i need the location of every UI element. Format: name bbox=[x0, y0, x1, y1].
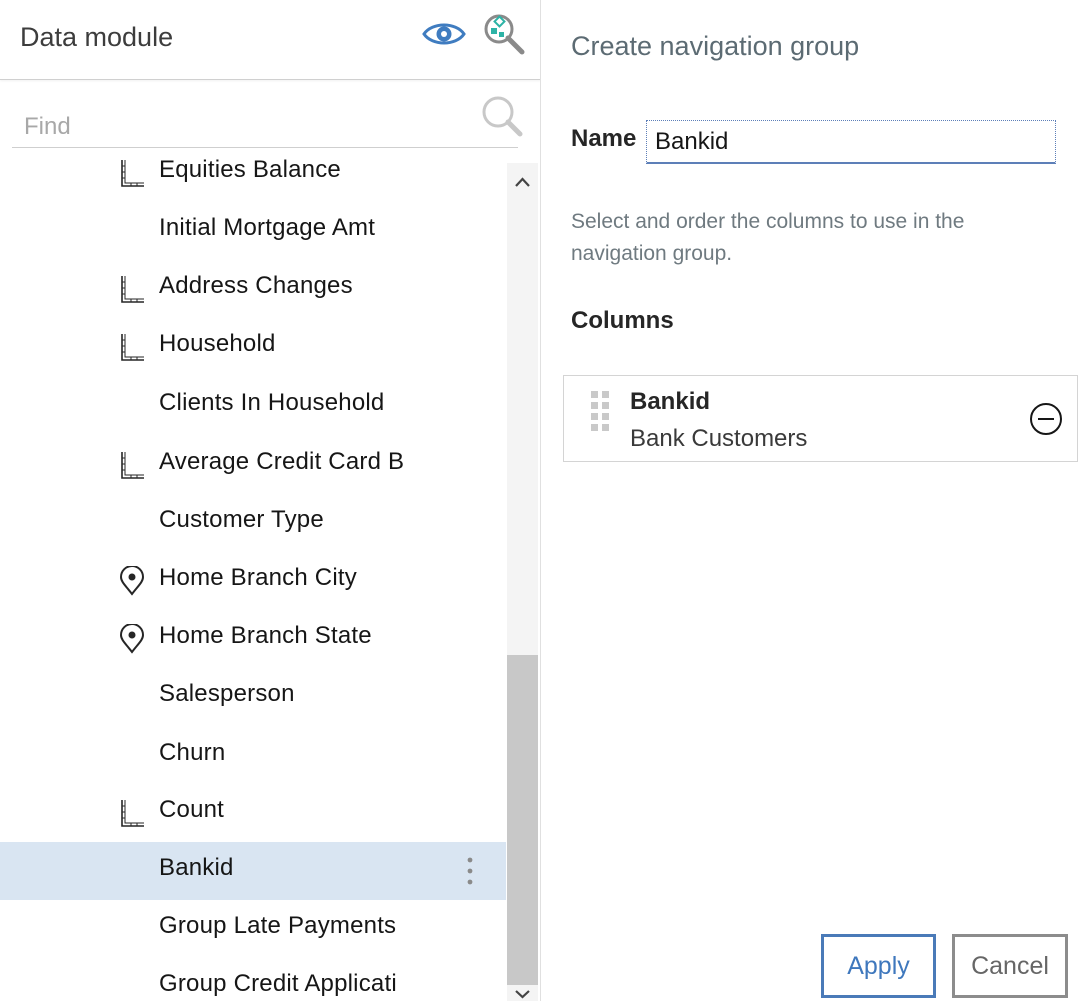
column-card[interactable]: Bankid Bank Customers bbox=[563, 375, 1078, 462]
tree-item-household[interactable]: Household bbox=[0, 318, 506, 376]
tree-item-home-branch-city[interactable]: Home Branch City bbox=[0, 552, 506, 610]
name-label: Name bbox=[571, 125, 637, 152]
scrollbar-thumb[interactable] bbox=[507, 655, 538, 985]
tree-item-label: Salesperson bbox=[159, 680, 295, 707]
tree-item-clients-in-household[interactable]: Clients In Household bbox=[0, 377, 506, 435]
tree-item-count[interactable]: Count bbox=[0, 784, 506, 842]
measure-icon bbox=[121, 276, 144, 303]
columns-label: Columns bbox=[571, 307, 674, 334]
more-options-icon[interactable] bbox=[458, 853, 482, 889]
tree-item-home-branch-state[interactable]: Home Branch State bbox=[0, 610, 506, 668]
tree-item-churn[interactable]: Churn bbox=[0, 727, 506, 785]
tree-item-label: Count bbox=[159, 796, 225, 823]
panel-title: Create navigation group bbox=[571, 31, 860, 61]
chevron-down-icon[interactable] bbox=[507, 985, 538, 1001]
tree-item-label: Bankid bbox=[159, 854, 234, 881]
tree-item-initial-mortgage-amt[interactable]: Initial Mortgage Amt bbox=[0, 202, 506, 260]
location-pin-icon bbox=[119, 624, 145, 654]
tree-item-equities-balance[interactable]: Equities Balance bbox=[0, 148, 506, 202]
tree-item-average-credit-card-b[interactable]: Average Credit Card B bbox=[0, 436, 506, 494]
column-name: Bankid bbox=[630, 388, 711, 415]
tree-item-label: Clients In Household bbox=[159, 389, 385, 416]
measure-icon bbox=[121, 800, 144, 827]
chevron-up-icon[interactable] bbox=[507, 169, 538, 195]
data-module-panel: Data module Equities Balance Initial Mor… bbox=[0, 0, 541, 1001]
apply-button[interactable]: Apply bbox=[821, 934, 936, 998]
column-source: Bank Customers bbox=[630, 425, 808, 452]
tree-item-label: Initial Mortgage Amt bbox=[159, 214, 376, 241]
tree-item-address-changes[interactable]: Address Changes bbox=[0, 260, 506, 318]
location-pin-icon bbox=[119, 566, 145, 596]
eye-icon[interactable] bbox=[422, 18, 466, 50]
tree-item-salesperson[interactable]: Salesperson bbox=[0, 668, 506, 726]
remove-icon[interactable] bbox=[1028, 401, 1064, 437]
measure-icon bbox=[121, 452, 144, 479]
tree-item-customer-type[interactable]: Customer Type bbox=[0, 494, 506, 552]
tree-item-group-credit-applicati[interactable]: Group Credit Applicati bbox=[0, 958, 506, 1001]
zoom-to-selection-icon[interactable] bbox=[482, 12, 526, 56]
tree-item-bankid[interactable]: Bankid bbox=[0, 842, 506, 900]
name-input[interactable] bbox=[646, 120, 1056, 164]
tree-item-label: Average Credit Card B bbox=[159, 448, 405, 475]
find-input[interactable] bbox=[24, 112, 464, 142]
tree-scrollbar[interactable] bbox=[507, 163, 538, 1001]
data-module-title: Data module bbox=[20, 22, 174, 52]
tree-item-label: Churn bbox=[159, 739, 226, 766]
cancel-button[interactable]: Cancel bbox=[952, 934, 1068, 998]
tree-item-label: Group Late Payments bbox=[159, 912, 397, 939]
tree-item-label: Equities Balance bbox=[159, 156, 341, 183]
measure-icon bbox=[121, 334, 144, 361]
measure-icon bbox=[121, 160, 144, 187]
search-icon[interactable] bbox=[480, 94, 524, 138]
tree-item-group-late-payments[interactable]: Group Late Payments bbox=[0, 900, 506, 958]
navigation-group-panel: Create navigation group Name Select and … bbox=[542, 0, 1086, 1001]
tree-item-label: Address Changes bbox=[159, 272, 353, 299]
find-row bbox=[12, 92, 523, 148]
tree-item-label: Household bbox=[159, 330, 276, 357]
instructions-text: Select and order the columns to use in t… bbox=[571, 210, 965, 265]
tree-item-label: Home Branch City bbox=[159, 564, 357, 591]
tree-item-label: Home Branch State bbox=[159, 622, 372, 649]
tree-item-label: Customer Type bbox=[159, 506, 324, 533]
data-module-header: Data module bbox=[0, 0, 540, 80]
drag-handle-icon[interactable] bbox=[590, 390, 612, 434]
data-tree: Equities Balance Initial Mortgage Amt Ad… bbox=[0, 148, 506, 1001]
tree-item-label: Group Credit Applicati bbox=[159, 970, 397, 997]
